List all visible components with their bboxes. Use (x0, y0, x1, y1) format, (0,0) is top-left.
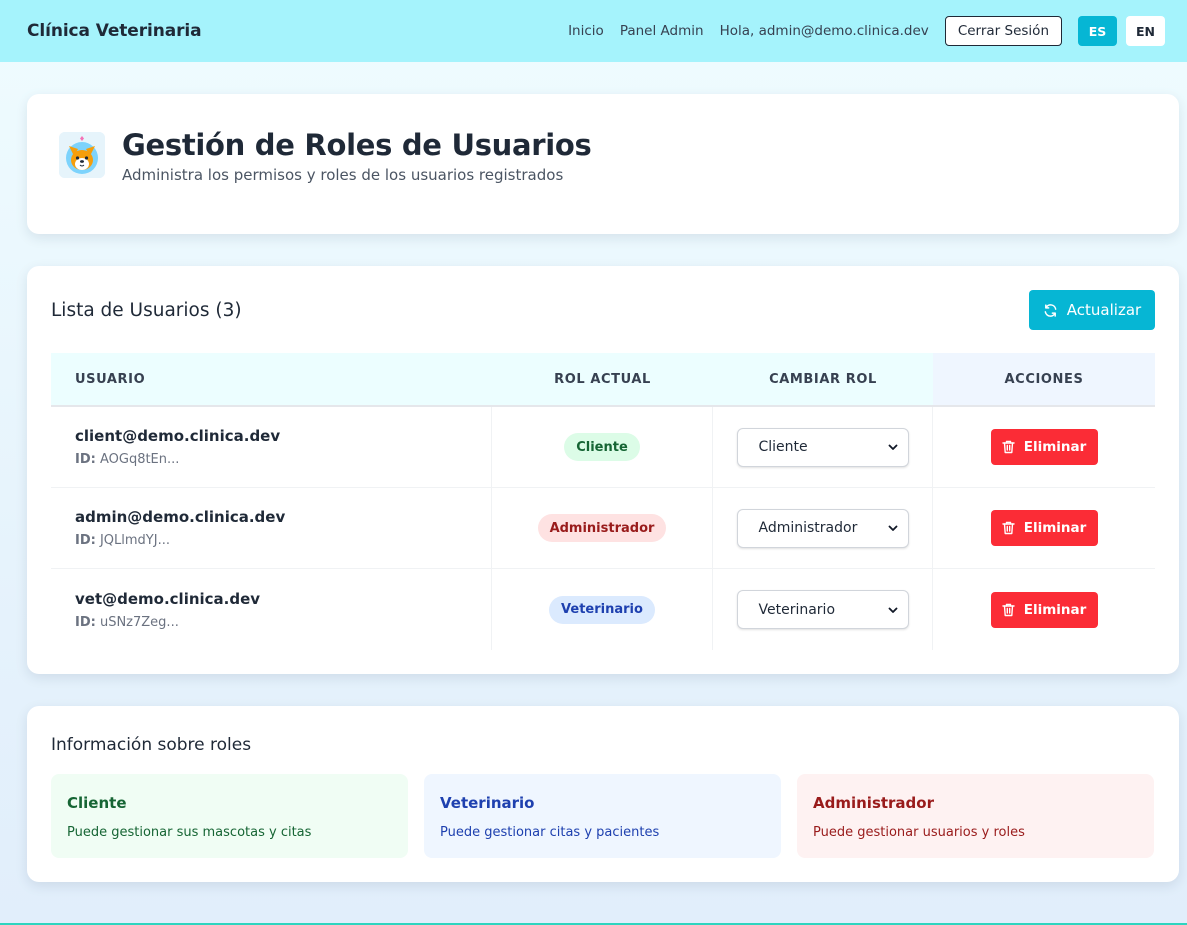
delete-button[interactable]: Eliminar (990, 429, 1098, 465)
nav-right: Inicio Panel Admin Hola, admin@demo.clin… (568, 16, 1165, 46)
actions-cell: Eliminar (933, 488, 1155, 568)
user-email: admin@demo.clinica.dev (75, 508, 286, 526)
roles-info-card: Información sobre roles Cliente Puede ge… (27, 706, 1179, 882)
trash-icon (1002, 521, 1015, 535)
user-cell: vet@demo.clinica.dev ID: uSNz7Zeg... (51, 569, 492, 650)
user-email: vet@demo.clinica.dev (75, 589, 261, 608)
chevron-down-icon (888, 444, 897, 450)
user-id-value: AOGq8tEn... (99, 452, 180, 467)
delete-button[interactable]: Eliminar (990, 591, 1098, 628)
roles-info-title: Información sobre roles (51, 735, 252, 755)
role-select-value: Administrador (758, 520, 858, 536)
logout-button[interactable]: Cerrar Sesión (944, 16, 1062, 46)
role-info-name: Veterinario (440, 794, 535, 812)
role-select[interactable]: Cliente (736, 427, 909, 467)
user-id-value: JQLlmdYJ... (99, 533, 170, 548)
role-cell: Administrador (492, 488, 713, 568)
role-info-desc: Puede gestionar citas y pacientes (440, 825, 660, 840)
user-id: ID: uSNz7Zeg... (75, 615, 179, 630)
role-select[interactable]: Veterinario (736, 590, 909, 629)
brand-title[interactable]: Clínica Veterinaria (27, 21, 202, 41)
delete-label: Eliminar (1023, 601, 1087, 618)
user-id-label: ID: (75, 452, 96, 467)
user-email: client@demo.clinica.dev (75, 427, 281, 445)
table-row: client@demo.clinica.dev ID: AOGq8tEn... … (51, 407, 1155, 488)
role-cell: Cliente (492, 407, 713, 487)
change-role-cell: Administrador (713, 488, 933, 568)
refresh-icon (1044, 303, 1057, 317)
table-row: admin@demo.clinica.dev ID: JQLlmdYJ... A… (51, 488, 1155, 569)
column-header-usuario: USUARIO (75, 371, 146, 387)
nav-link-inicio[interactable]: Inicio (568, 23, 604, 39)
users-list-card: Lista de Usuarios (3) Actualizar USUARIO… (27, 266, 1179, 674)
nav-link-panel-admin[interactable]: Panel Admin (620, 23, 704, 39)
role-info-veterinario: Veterinario Puede gestionar citas y paci… (424, 774, 781, 858)
role-badge: Veterinario (549, 595, 655, 624)
user-cell: client@demo.clinica.dev ID: AOGq8tEn... (51, 407, 492, 487)
role-cell: Veterinario (492, 569, 713, 650)
column-header-acciones: ACCIONES (933, 353, 1155, 405)
page-title: Gestión de Roles de Usuarios (122, 128, 592, 162)
role-badge: Administrador (537, 514, 667, 542)
column-header-rol-actual: ROL ACTUAL (554, 371, 651, 387)
delete-button[interactable]: Eliminar (990, 510, 1098, 546)
actions-cell: Eliminar (933, 407, 1155, 487)
user-id: ID: JQLlmdYJ... (75, 533, 170, 548)
page-subtitle: Administra los permisos y roles de los u… (122, 166, 564, 184)
user-cell: admin@demo.clinica.dev ID: JQLlmdYJ... (51, 488, 492, 568)
user-id: ID: AOGq8tEn... (75, 452, 179, 467)
delete-label: Eliminar (1023, 439, 1087, 455)
corgi-dog-icon (59, 132, 105, 178)
lang-es-button[interactable]: ES (1078, 16, 1117, 46)
role-info-cliente: Cliente Puede gestionar sus mascotas y c… (51, 774, 408, 858)
role-select[interactable]: Administrador (736, 508, 909, 548)
role-info-name: Administrador (813, 794, 934, 812)
user-id-label: ID: (75, 533, 96, 548)
role-badge: Cliente (564, 433, 640, 461)
chevron-down-icon (888, 525, 897, 531)
role-info-desc: Puede gestionar usuarios y roles (813, 825, 1025, 840)
role-info-name: Cliente (67, 794, 127, 812)
chevron-down-icon (888, 607, 897, 613)
user-greeting: Hola, admin@demo.clinica.dev (719, 23, 929, 39)
trash-icon (1002, 603, 1015, 616)
users-list-title: Lista de Usuarios (3) (51, 300, 242, 321)
page-header-card: Gestión de Roles de Usuarios Administra … (27, 94, 1179, 234)
delete-label: Eliminar (1023, 520, 1087, 536)
navbar: Clínica Veterinaria Inicio Panel Admin H… (0, 0, 1187, 62)
role-select-value: Cliente (758, 439, 808, 455)
lang-en-button[interactable]: EN (1126, 16, 1165, 46)
refresh-button[interactable]: Actualizar (1029, 290, 1155, 330)
refresh-label: Actualizar (1066, 301, 1142, 319)
user-id-label: ID: (75, 614, 96, 630)
column-header-cambiar-rol: CAMBIAR ROL (769, 371, 877, 387)
user-id-value: uSNz7Zeg... (99, 614, 179, 630)
users-table: USUARIO ROL ACTUAL CAMBIAR ROL ACCIONES … (51, 353, 1155, 650)
actions-cell: Eliminar (933, 569, 1155, 650)
role-info-administrador: Administrador Puede gestionar usuarios y… (797, 774, 1154, 858)
role-info-desc: Puede gestionar sus mascotas y citas (67, 825, 312, 840)
trash-icon (1002, 440, 1015, 454)
table-row: vet@demo.clinica.dev ID: uSNz7Zeg... Vet… (51, 569, 1155, 650)
change-role-cell: Veterinario (713, 569, 933, 650)
role-select-value: Veterinario (758, 601, 836, 618)
table-header: USUARIO ROL ACTUAL CAMBIAR ROL ACCIONES (51, 353, 1155, 407)
change-role-cell: Cliente (713, 407, 933, 487)
